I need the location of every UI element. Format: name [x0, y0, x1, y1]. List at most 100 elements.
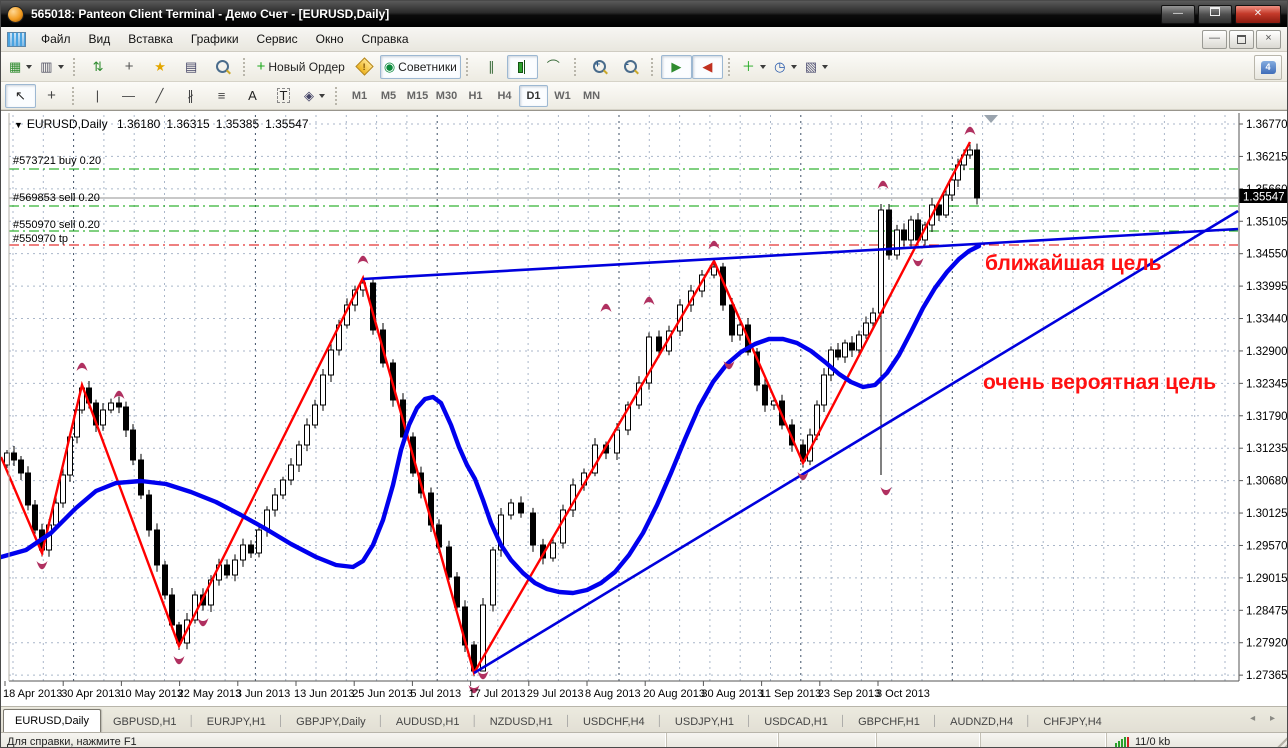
market-watch-icon[interactable]: ▤: [176, 55, 207, 79]
timeframe-H4[interactable]: H4: [490, 85, 519, 107]
mdi-close-button[interactable]: ×: [1256, 29, 1281, 49]
menu-item-Окно[interactable]: Окно: [307, 29, 353, 49]
annotation-text: ближайшая цель: [985, 252, 1162, 275]
tab-scroll-arrows[interactable]: ◂ ▸: [1250, 713, 1281, 724]
tab-AUDUSD,H1[interactable]: AUDUSD,H1: [384, 711, 472, 732]
trend-line-icon[interactable]: ╱: [144, 84, 175, 108]
close-button[interactable]: ✕: [1235, 4, 1281, 24]
price-axis-label: 1.34550: [1246, 249, 1288, 261]
date-axis-label: 22 May 2013: [178, 688, 242, 700]
network-signal-icon: [1115, 737, 1129, 747]
toolbar-separator: [650, 57, 656, 76]
bar-chart-mode-icon[interactable]: ∥: [476, 55, 507, 79]
horizontal-line-icon[interactable]: —: [113, 84, 144, 108]
maximize-button[interactable]: [1198, 4, 1232, 24]
toolbar-separator: [465, 57, 471, 76]
toolbar-separator: [72, 86, 77, 105]
navigator-search-icon[interactable]: [207, 55, 238, 79]
timeframe-H1[interactable]: H1: [461, 85, 490, 107]
vertical-line-icon[interactable]: |: [82, 84, 113, 108]
price-axis-label: 1.30680: [1246, 476, 1288, 488]
tab-CHFJPY,H4[interactable]: CHFJPY,H4: [1031, 711, 1113, 732]
advisors-button[interactable]: ◉ Советники: [379, 54, 461, 79]
periods-icon[interactable]: ◷: [770, 55, 801, 79]
tab-GBPJPY,Daily[interactable]: GBPJPY,Daily: [284, 711, 378, 732]
chart-plot[interactable]: 1.367701.362151.356601.351051.345501.339…: [1, 111, 1288, 706]
timeframe-M15[interactable]: M15: [403, 85, 432, 107]
favorites-icon[interactable]: ★: [145, 55, 176, 79]
price-axis-label: 1.30125: [1246, 508, 1288, 520]
candle-chart-mode-icon[interactable]: [506, 54, 538, 79]
timeframe-MN[interactable]: MN: [577, 85, 606, 107]
tick-chart-icon[interactable]: ⇅: [83, 55, 114, 79]
tab-USDCAD,H1[interactable]: USDCAD,H1: [752, 711, 840, 732]
price-axis-label: 1.29570: [1246, 540, 1288, 552]
line-chart-mode-icon[interactable]: ⌒: [538, 55, 569, 79]
price-axis-label: 1.31790: [1246, 411, 1288, 423]
tab-USDCHF,H4[interactable]: USDCHF,H4: [571, 711, 657, 732]
zoom-in-icon[interactable]: +: [584, 55, 615, 79]
text-icon[interactable]: A: [237, 84, 268, 108]
fibonacci-icon[interactable]: ≡: [206, 84, 237, 108]
terminal-window: 565018: Panteon Client Terminal - Демо С…: [0, 0, 1288, 748]
minimize-button[interactable]: —: [1161, 4, 1195, 24]
timeframe-M30[interactable]: M30: [432, 85, 461, 107]
menu-item-Вставка[interactable]: Вставка: [119, 29, 182, 49]
notifications-button[interactable]: 4: [1254, 55, 1282, 80]
app-logo-icon: [7, 5, 24, 23]
channel-icon[interactable]: ∦: [175, 84, 206, 108]
zoom-out-icon[interactable]: -: [615, 55, 646, 79]
cursor-icon[interactable]: ↖: [5, 83, 36, 108]
tab-NZDUSD,H1[interactable]: NZDUSD,H1: [478, 711, 565, 732]
order-label: #573721 buy 0.20: [13, 155, 101, 167]
date-axis-label: 3 Jun 2013: [236, 688, 290, 700]
mdi-restore-button[interactable]: [1229, 29, 1254, 49]
timeframe-W1[interactable]: W1: [548, 85, 577, 107]
auto-scroll-icon[interactable]: ▶: [660, 54, 692, 79]
templates-icon[interactable]: ▧: [801, 55, 832, 79]
date-axis-label: 10 May 2013: [119, 688, 183, 700]
maximize-icon: [1210, 6, 1220, 16]
alert-icon[interactable]: !: [349, 55, 380, 79]
order-label: #569853 sell 0.20: [13, 192, 100, 204]
tab-GBPUSD,H1[interactable]: GBPUSD,H1: [101, 711, 189, 732]
menu-item-Сервис[interactable]: Сервис: [248, 29, 307, 49]
shift-marker-icon[interactable]: [984, 115, 998, 123]
crosshair-target-icon[interactable]: +: [114, 55, 145, 79]
crosshair-icon[interactable]: +: [36, 84, 67, 108]
new-chart-icon[interactable]: ▦: [5, 55, 36, 79]
chevron-down-icon: ▼: [14, 120, 23, 130]
price-axis[interactable]: 1.367701.362151.356601.351051.345501.339…: [1239, 119, 1288, 682]
text-label-icon[interactable]: T: [268, 84, 299, 108]
ohlc-low: 1.35385: [215, 117, 260, 131]
date-axis[interactable]: 18 Apr 201330 Apr 201310 May 201322 May …: [3, 681, 930, 700]
menu-item-Вид[interactable]: Вид: [80, 29, 120, 49]
order-label: #550970 sell 0.20: [13, 219, 100, 231]
resize-grip[interactable]: [1273, 733, 1287, 747]
chart-area: 1.367701.362151.356601.351051.345501.339…: [1, 110, 1287, 706]
tab-EURJPY,H1[interactable]: EURJPY,H1: [195, 711, 278, 732]
profiles-icon[interactable]: ▥: [36, 55, 67, 79]
ma-line: [1, 243, 982, 596]
chart-shift-icon[interactable]: ◀: [691, 54, 723, 79]
menu-bar: Файл Вид Вставка Графики Сервис Окно Справка —…: [1, 27, 1287, 52]
price-axis-label: 1.31235: [1246, 443, 1288, 455]
menu-item-Справка[interactable]: Справка: [353, 29, 418, 49]
menu-item-Файл[interactable]: Файл: [32, 29, 80, 49]
ohlc-high: 1.36315: [166, 117, 210, 131]
new-order-button[interactable]: + Новый Ордер: [253, 55, 349, 79]
tab-USDJPY,H1[interactable]: USDJPY,H1: [663, 711, 746, 732]
tab-AUDNZD,H4[interactable]: AUDNZD,H4: [938, 711, 1025, 732]
zigzag-line: [1, 141, 972, 677]
timeframe-M5[interactable]: M5: [374, 85, 403, 107]
timeframe-M1[interactable]: M1: [345, 85, 374, 107]
chart-doc-icon: [7, 31, 26, 47]
tab-GBPCHF,H1[interactable]: GBPCHF,H1: [846, 711, 932, 732]
price-axis-label: 1.28475: [1246, 605, 1288, 617]
timeframe-D1[interactable]: D1: [519, 84, 548, 107]
indicators-icon[interactable]: ＋: [738, 55, 770, 79]
tab-EURUSD,Daily[interactable]: EURUSD,Daily: [3, 709, 101, 732]
shapes-icon[interactable]: ◈: [299, 84, 330, 108]
mdi-minimize-button[interactable]: —: [1202, 29, 1227, 49]
menu-item-Графики[interactable]: Графики: [182, 29, 248, 49]
